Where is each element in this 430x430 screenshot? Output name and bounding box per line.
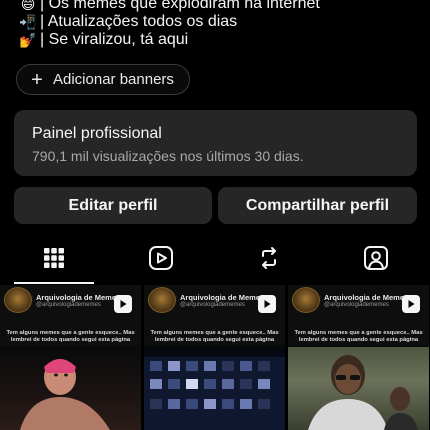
- bio-text: | Atualizações todos os dias: [40, 13, 238, 30]
- post-caption: Tem alguns memes que a gente esquece.. M…: [150, 330, 279, 343]
- nail-polish-emoji-icon: 💅: [19, 32, 37, 48]
- account-name: Arquivologia de Memes: [180, 293, 265, 302]
- account-name: Arquivologia de Memes: [324, 293, 409, 302]
- dashboard-views: 790,1 mil visualizações nos últimos 30 d…: [32, 148, 304, 164]
- account-logo: [4, 287, 32, 313]
- post-header: Arquivologia de Memes @arquivologiademem…: [288, 285, 429, 345]
- tab-reposts[interactable]: [215, 232, 323, 284]
- bio-text: | Os memes que explodiram na internet: [40, 0, 320, 12]
- reel-icon: [114, 295, 132, 313]
- grid-icon: [43, 248, 64, 268]
- plus-icon: +: [31, 68, 43, 91]
- professional-dashboard-card[interactable]: Painel profissional 790,1 mil visualizaç…: [14, 110, 417, 176]
- repost-icon: [261, 247, 276, 269]
- bio-line: 😄 | Os memes que explodiram na internet: [18, 0, 418, 13]
- dashboard-title: Painel profissional: [32, 125, 162, 142]
- tab-posts[interactable]: [0, 232, 108, 284]
- posts-grid: Arquivologia de Memes @arquivologiademem…: [0, 285, 430, 430]
- post-thumbnail[interactable]: Arquivologia de Memes @arquivologiademem…: [0, 285, 141, 430]
- post-caption: Tem alguns memes que a gente esquece.. M…: [6, 330, 135, 343]
- account-handle: @arquivologiadememes: [36, 302, 101, 308]
- account-handle: @arquivologiadememes: [180, 302, 245, 308]
- share-profile-button[interactable]: Compartilhar perfil: [218, 187, 417, 224]
- post-image: [144, 347, 285, 430]
- post-thumbnail[interactable]: Arquivologia de Memes @arquivologiademem…: [288, 285, 429, 430]
- tab-tagged[interactable]: [323, 232, 430, 284]
- bio-line: 💅 | Se viralizou, tá aqui: [18, 31, 418, 49]
- post-header: Arquivologia de Memes @arquivologiademem…: [0, 285, 141, 345]
- post-image: [288, 347, 429, 430]
- account-logo: [292, 287, 320, 313]
- reel-icon: [402, 295, 420, 313]
- add-banners-button[interactable]: + Adicionar banners: [16, 64, 190, 95]
- tab-reels[interactable]: [108, 232, 216, 284]
- account-name: Arquivologia de Memes: [36, 293, 121, 302]
- profile-tabs: [0, 232, 430, 284]
- reels-icon: [149, 246, 174, 270]
- tagged-icon: [364, 246, 389, 270]
- bio-line: 📲 | Atualizações todos os dias: [18, 13, 418, 31]
- reel-icon: [258, 295, 276, 313]
- post-caption: Tem alguns memes que a gente esquece.. M…: [294, 330, 423, 343]
- bio-text: | Se viralizou, tá aqui: [40, 31, 189, 48]
- phone-arrow-emoji-icon: 📲: [19, 14, 37, 30]
- account-handle: @arquivologiadememes: [324, 302, 389, 308]
- post-image: [0, 347, 141, 430]
- post-thumbnail[interactable]: Arquivologia de Memes @arquivologiademem…: [144, 285, 285, 430]
- profile-bio: 😄 | Os memes que explodiram na internet …: [18, 0, 418, 49]
- add-banners-label: Adicionar banners: [53, 71, 174, 88]
- edit-profile-button[interactable]: Editar perfil: [14, 187, 212, 224]
- account-logo: [148, 287, 176, 313]
- post-header: Arquivologia de Memes @arquivologiademem…: [144, 285, 285, 345]
- laughing-emoji-icon: 😄: [20, 0, 36, 12]
